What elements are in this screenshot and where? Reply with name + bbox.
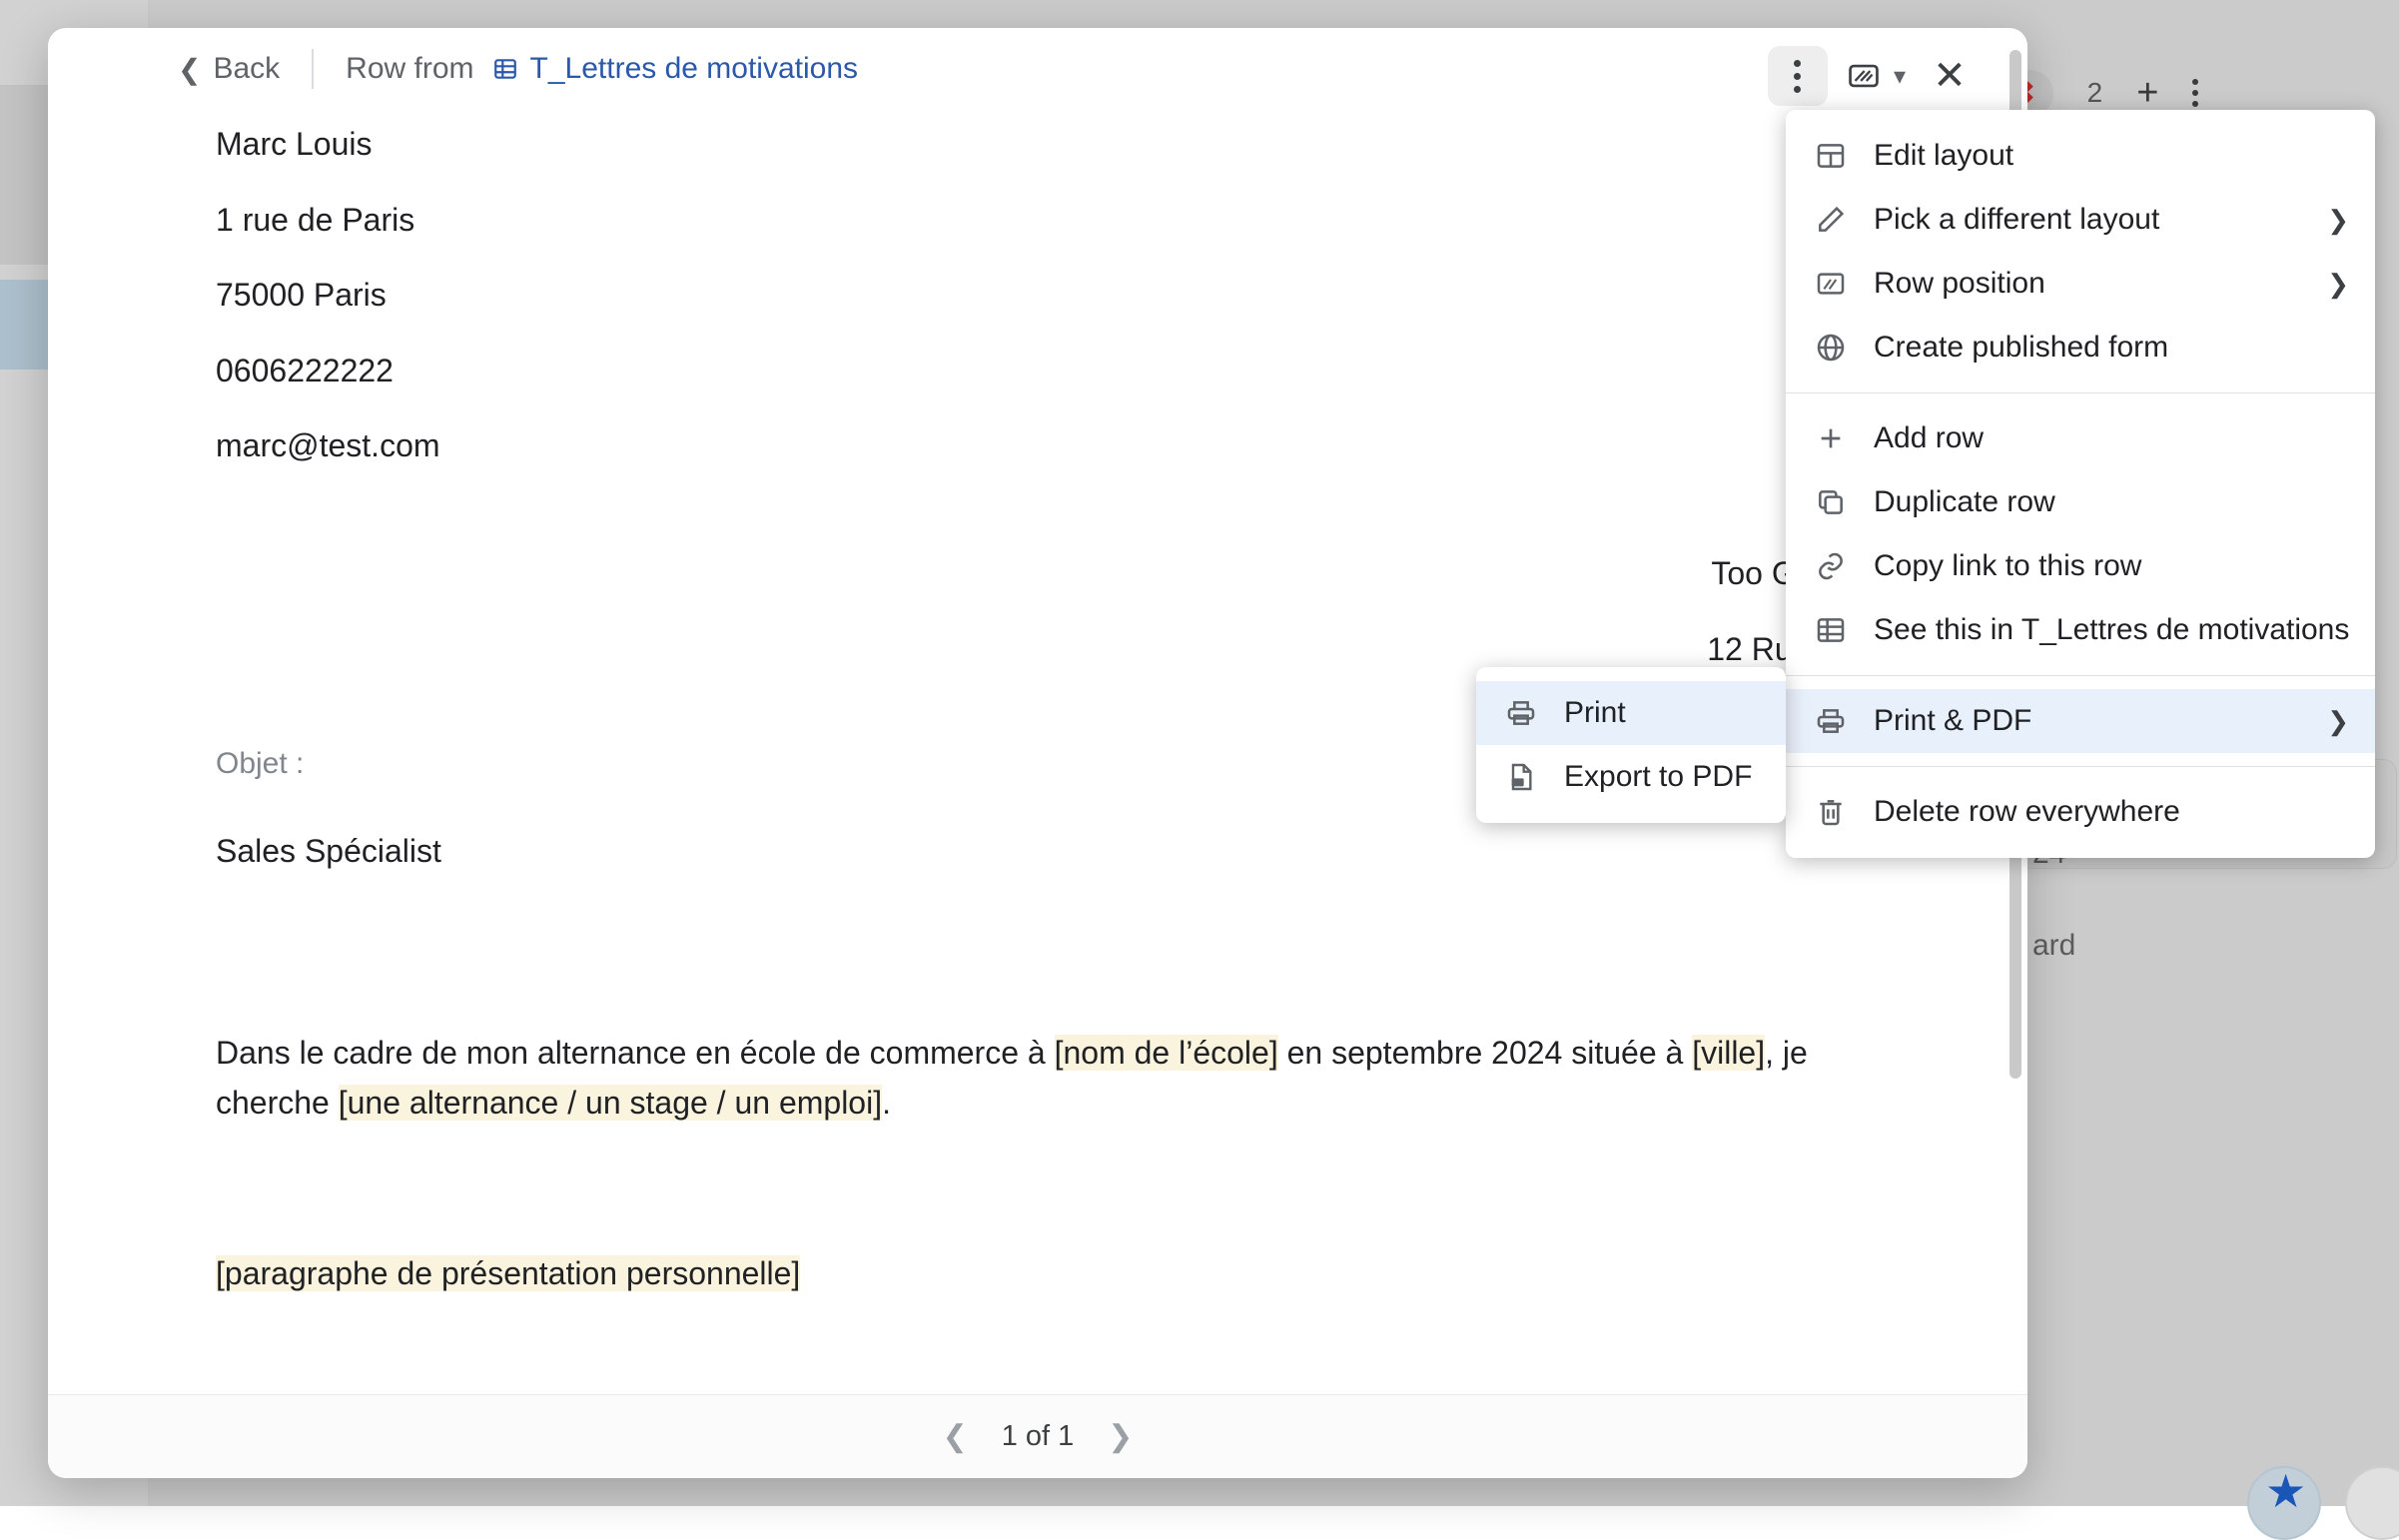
link-icon — [1814, 549, 1848, 583]
chevron-left-icon[interactable]: ❮ — [943, 1419, 968, 1454]
background-tab-count: 2 — [2087, 77, 2103, 109]
menu-item-row-position[interactable]: Row position ❯ — [1786, 252, 2375, 316]
menu-item-label: Print & PDF — [1874, 704, 2031, 738]
plus-icon[interactable]: + — [2136, 74, 2158, 112]
printer-icon — [1504, 696, 1538, 730]
menu-separator — [1786, 392, 2375, 393]
chevron-right-icon: ❯ — [2327, 269, 2349, 300]
plus-icon — [1814, 421, 1848, 455]
pdf-file-icon — [1504, 760, 1538, 794]
table-grid-icon — [1814, 613, 1848, 647]
chevron-right-icon: ❯ — [2327, 706, 2349, 737]
menu-item-label: Print — [1564, 696, 1626, 730]
row-position-icon — [1814, 267, 1848, 301]
menu-item-see-in-table[interactable]: See this in T_Lettres de motivations — [1786, 598, 2375, 662]
menu-item-label: See this in T_Lettres de motivations — [1874, 613, 2349, 647]
menu-item-label: Pick a different layout — [1874, 203, 2159, 237]
paragraph-2: [paragraphe de présentation personnelle] — [216, 1249, 1918, 1299]
menu-item-delete-row[interactable]: Delete row everywhere — [1786, 780, 2375, 844]
close-x-icon: ✕ — [1933, 56, 1967, 96]
header-divider — [312, 49, 314, 89]
modal-footer: ❮ 1 of 1 ❯ — [48, 1394, 2027, 1478]
header-toolbar: ▾ ✕ — [1768, 46, 1980, 106]
chevron-left-icon: ❮ — [178, 53, 201, 86]
sender-line: marc@test.com — [216, 421, 1918, 471]
paragraph-text: en septembre 2024 située à — [1278, 1035, 1693, 1071]
placeholder-token: [ville] — [1692, 1035, 1765, 1071]
paragraph-text: Dans le cadre de mon alternance en école… — [216, 1035, 1055, 1071]
chevron-right-icon: ❯ — [2327, 205, 2349, 236]
menu-item-label: Export to PDF — [1564, 760, 1752, 794]
table-link-label: T_Lettres de motivations — [530, 52, 859, 86]
menu-item-label: Edit layout — [1874, 139, 2013, 173]
table-link[interactable]: T_Lettres de motivations — [492, 52, 859, 86]
menu-item-pick-layout[interactable]: Pick a different layout ❯ — [1786, 188, 2375, 252]
print-pdf-submenu: Print Export to PDF — [1476, 667, 1786, 823]
layout-button[interactable] — [1834, 46, 1894, 106]
menu-item-add-row[interactable]: Add row — [1786, 406, 2375, 470]
page-indicator: 1 of 1 — [1002, 1420, 1075, 1453]
menu-item-print[interactable]: Print — [1476, 681, 1786, 745]
menu-item-label: Delete row everywhere — [1874, 795, 2180, 829]
kebab-menu-icon — [1794, 60, 1801, 93]
star-icon: ★ — [2265, 1468, 2306, 1514]
sender-line: 1 rue de Paris — [216, 196, 1918, 246]
menu-item-label: Add row — [1874, 421, 1984, 455]
sender-line: 0606222222 — [216, 347, 1918, 396]
placeholder-token: [une alternance / un stage / un emploi] — [339, 1085, 882, 1121]
menu-item-label: Copy link to this row — [1874, 549, 2141, 583]
trash-icon — [1814, 795, 1848, 829]
placeholder-token: [paragraphe de présentation personnelle] — [216, 1255, 800, 1291]
menu-item-duplicate-row[interactable]: Duplicate row — [1786, 470, 2375, 534]
back-button-label: Back — [213, 52, 280, 86]
menu-item-label: Create published form — [1874, 331, 2168, 365]
printer-icon — [1814, 704, 1848, 738]
menu-item-print-and-pdf[interactable]: Print & PDF ❯ — [1786, 689, 2375, 753]
row-from-label: Row from — [346, 52, 473, 86]
menu-item-label: Duplicate row — [1874, 485, 2055, 519]
back-button[interactable]: ❮ Back — [178, 52, 280, 86]
chevron-right-icon[interactable]: ❯ — [1108, 1419, 1133, 1454]
placeholder-token: [nom de l’école] — [1055, 1035, 1278, 1071]
sender-line: 75000 Paris — [216, 271, 1918, 321]
sender-line: Marc Louis — [216, 120, 1918, 170]
table-grid-icon — [492, 56, 518, 82]
menu-item-label: Row position — [1874, 267, 2045, 301]
globe-icon — [1814, 331, 1848, 365]
menu-item-export-to-pdf[interactable]: Export to PDF — [1476, 745, 1786, 809]
menu-separator — [1786, 766, 2375, 767]
card-layout-icon — [1847, 59, 1881, 93]
pencil-icon — [1814, 203, 1848, 237]
kebab-menu-icon[interactable] — [2192, 79, 2198, 107]
objet-value: Sales Spécialist — [216, 827, 1918, 877]
modal-header: ❮ Back Row from T_Lettres de motivations — [48, 28, 2027, 110]
menu-item-edit-layout[interactable]: Edit layout — [1786, 124, 2375, 188]
row-options-menu: Edit layout Pick a different layout ❯ Ro… — [1786, 110, 2375, 858]
duplicate-icon — [1814, 485, 1848, 519]
background-card-text: ard — [2032, 929, 2075, 963]
menu-item-copy-link[interactable]: Copy link to this row — [1786, 534, 2375, 598]
chevron-down-icon[interactable]: ▾ — [1894, 62, 1906, 91]
close-button[interactable]: ✕ — [1920, 46, 1980, 106]
menu-item-create-published-form[interactable]: Create published form — [1786, 316, 2375, 380]
more-options-button[interactable] — [1768, 46, 1828, 106]
menu-separator — [1786, 675, 2375, 676]
edit-layout-icon — [1814, 139, 1848, 173]
paragraph-text: . — [882, 1085, 891, 1121]
paragraph-1: Dans le cadre de mon alternance en école… — [216, 1029, 1918, 1128]
